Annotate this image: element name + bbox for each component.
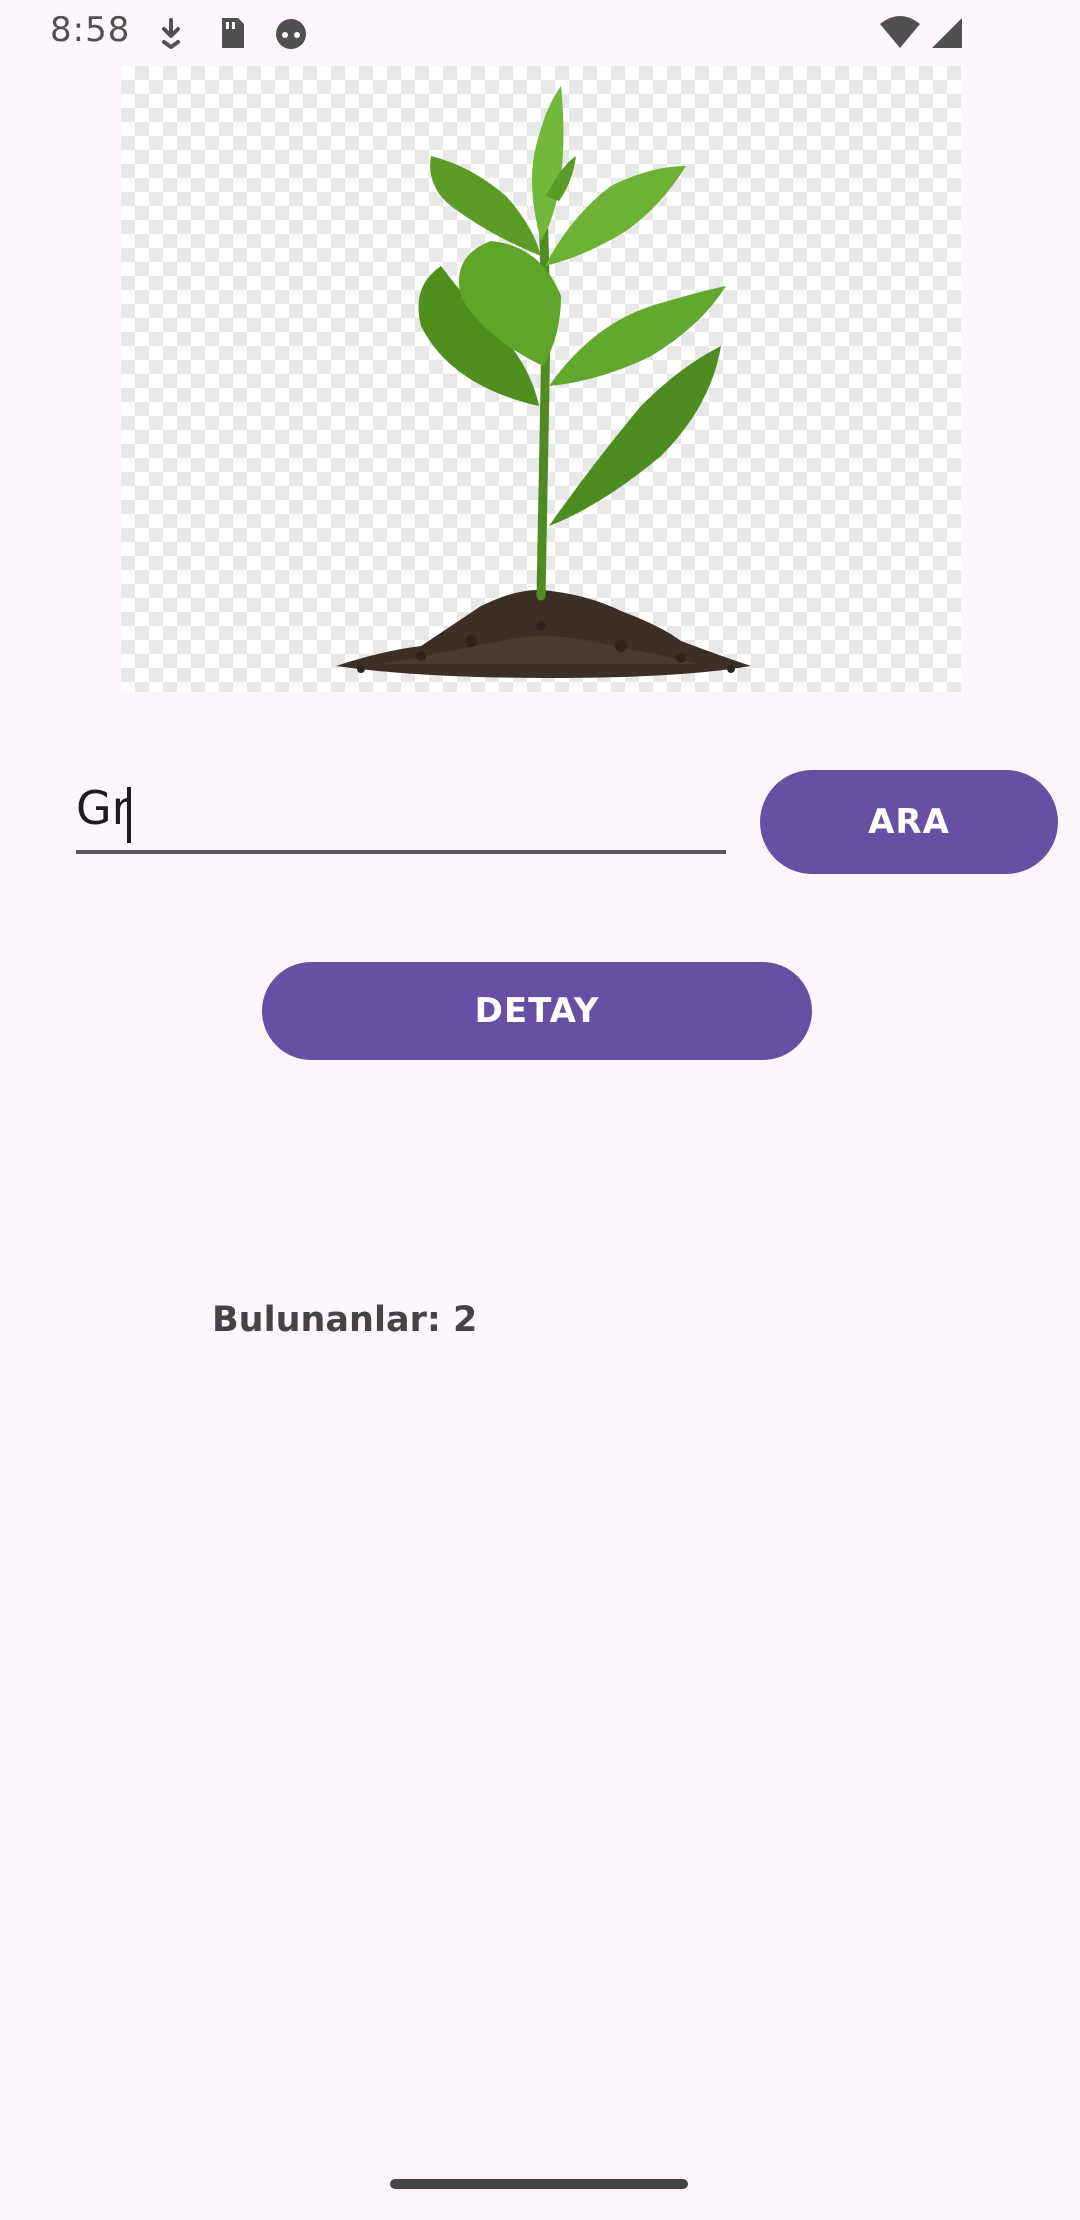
- search-input[interactable]: [76, 770, 726, 854]
- signal-icon: [928, 14, 966, 52]
- status-time: 8:58: [50, 10, 131, 50]
- plant-image: [121, 66, 961, 692]
- android-face-icon: [272, 14, 310, 52]
- text-caret: [127, 787, 131, 843]
- detail-button[interactable]: DETAY: [262, 962, 812, 1060]
- results-count-text: Bulunanlar: 2: [212, 1300, 478, 1340]
- download-icon: [152, 14, 190, 52]
- wifi-icon: [878, 14, 922, 52]
- sd-card-icon: [212, 14, 250, 52]
- home-indicator[interactable]: [390, 2179, 688, 2189]
- status-bar: 8:58: [0, 0, 1080, 66]
- search-button[interactable]: ARA: [760, 770, 1058, 874]
- plant-sprout-illustration: [336, 86, 751, 678]
